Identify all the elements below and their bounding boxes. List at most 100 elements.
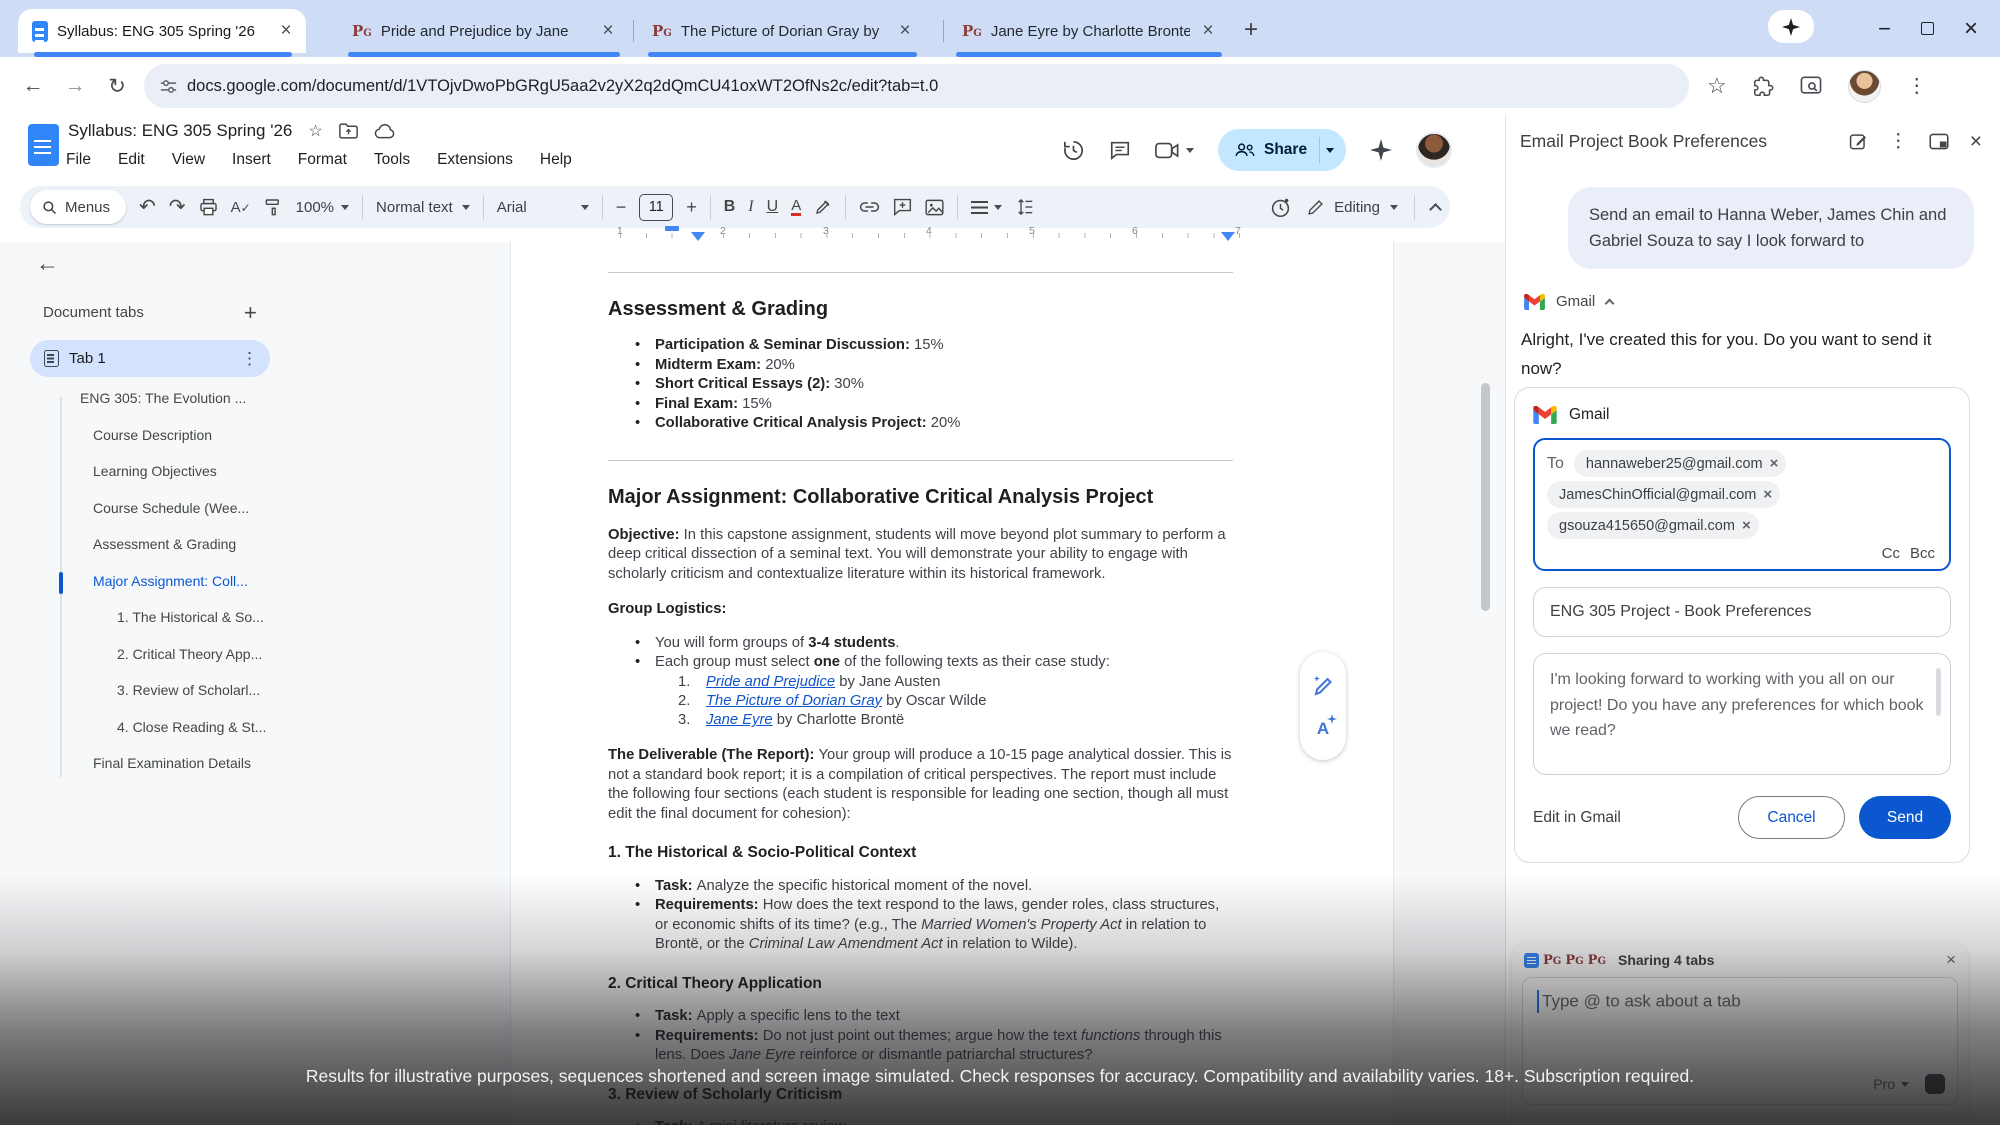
spell-check-icon[interactable]: A✓ <box>231 199 251 216</box>
recipient-chip[interactable]: hannaweber25@gmail.com × <box>1574 450 1787 477</box>
doc-heading[interactable]: Assessment & Grading <box>608 296 1233 322</box>
remove-recipient-icon[interactable]: × <box>1770 455 1779 472</box>
outline-item[interactable]: ENG 305: The Evolution ... <box>18 380 318 417</box>
decrease-font-icon[interactable]: − <box>616 198 627 216</box>
font-select[interactable]: Arial <box>497 199 589 216</box>
gemini-sparkle-icon[interactable] <box>1370 139 1392 161</box>
document-tab-item[interactable]: Tab 1 ⋮ <box>30 340 270 377</box>
menu-help[interactable]: Help <box>540 151 572 169</box>
doc-list-item[interactable]: Requirements: How does the text respond … <box>634 896 1233 955</box>
new-chat-icon[interactable] <box>1849 132 1868 151</box>
doc-paragraph[interactable]: The Deliverable (The Report): Your group… <box>608 746 1233 824</box>
outline-item[interactable]: Course Schedule (Wee... <box>18 490 318 527</box>
add-comment-icon[interactable] <box>893 198 912 216</box>
browser-tab-dorian-gray[interactable]: PG The Picture of Dorian Gray by × <box>638 9 925 53</box>
star-document-icon[interactable]: ☆ <box>308 121 322 141</box>
doc-list-item[interactable]: Task: A mini literature review <box>634 1118 1233 1125</box>
window-close-button[interactable]: × <box>1964 19 1978 39</box>
maximize-button[interactable] <box>1921 22 1934 35</box>
body-scrollbar[interactable] <box>1936 668 1941 716</box>
menu-edit[interactable]: Edit <box>118 151 145 169</box>
back-button[interactable]: ← <box>12 74 54 98</box>
menu-tools[interactable]: Tools <box>374 151 410 169</box>
doc-heading[interactable]: 1. The Historical & Socio-Political Cont… <box>608 843 1233 863</box>
menu-format[interactable]: Format <box>298 151 347 169</box>
google-docs-logo[interactable] <box>28 124 59 166</box>
menu-file[interactable]: File <box>66 151 91 169</box>
doc-list-item[interactable]: Jane Eyre by Charlotte Brontë <box>678 711 1233 730</box>
document-scrollbar[interactable] <box>1481 383 1490 611</box>
doc-list-item[interactable]: Task: Apply a specific lens to the text <box>634 1007 1233 1027</box>
remove-recipient-icon[interactable]: × <box>1763 486 1772 503</box>
cc-button[interactable]: Cc <box>1882 545 1900 562</box>
share-button[interactable]: Share <box>1218 129 1346 171</box>
to-field[interactable]: To hannaweber25@gmail.com × JamesChinOff… <box>1533 438 1951 571</box>
outline-item[interactable]: 2. Critical Theory App... <box>18 636 318 673</box>
recipient-chip[interactable]: gsouza415650@gmail.com × <box>1547 512 1759 539</box>
doc-list-item[interactable]: The Picture of Dorian Gray by Oscar Wild… <box>678 692 1233 711</box>
recipient-chip[interactable]: JamesChinOfficial@gmail.com × <box>1547 481 1780 508</box>
doc-heading[interactable]: 3. Review of Scholarly Criticism <box>608 1085 1233 1105</box>
open-in-window-icon[interactable] <box>1929 133 1949 150</box>
paint-format-icon[interactable] <box>264 198 283 217</box>
browser-tab-jane-eyre[interactable]: PG Jane Eyre by Charlotte Bronte × <box>948 9 1228 53</box>
tab-close-icon[interactable]: × <box>598 22 618 40</box>
insert-image-icon[interactable] <box>925 199 944 216</box>
tab-options-icon[interactable]: ⋮ <box>241 350 258 367</box>
insert-link-icon[interactable] <box>859 201 880 213</box>
text-color-icon[interactable]: A <box>791 198 801 216</box>
panel-options-icon[interactable]: ⋮ <box>1889 132 1908 151</box>
close-sharing-icon[interactable]: × <box>1946 950 1956 970</box>
profile-avatar[interactable] <box>1848 70 1881 103</box>
subject-field[interactable]: ENG 305 Project - Book Preferences <box>1533 587 1951 637</box>
outline-item[interactable]: Course Description <box>18 417 318 454</box>
menus-search-button[interactable]: Menus <box>30 190 126 224</box>
editing-mode-select[interactable]: Editing <box>1307 199 1398 216</box>
outline-item[interactable]: 4. Close Reading & St... <box>18 709 318 746</box>
doc-list-item[interactable]: Pride and Prejudice by Jane Austen <box>678 673 1233 692</box>
doc-heading[interactable]: Major Assignment: Collaborative Critical… <box>608 484 1233 510</box>
side-panel-icon[interactable] <box>1800 76 1822 96</box>
highlight-icon[interactable] <box>814 198 832 216</box>
doc-list-item[interactable]: Collaborative Critical Analysis Project:… <box>634 414 1233 434</box>
add-document-tab-icon[interactable]: + <box>244 300 257 326</box>
font-size-input[interactable]: 11 <box>639 194 673 221</box>
help-me-write-icon[interactable] <box>1311 673 1335 697</box>
proofread-icon[interactable]: A <box>1317 719 1329 739</box>
account-avatar[interactable] <box>1416 132 1452 168</box>
increase-font-icon[interactable]: + <box>686 198 697 216</box>
tool-context-row[interactable]: Gmail <box>1524 293 1613 310</box>
document-page[interactable]: Assessment & Grading Participation & Sem… <box>510 242 1394 1125</box>
collapse-tool-icon[interactable] <box>1605 299 1615 309</box>
outline-item[interactable]: 1. The Historical & So... <box>18 599 318 636</box>
cloud-status-icon[interactable] <box>374 124 395 139</box>
doc-list-item[interactable]: Requirements: Do not just point out them… <box>634 1027 1233 1066</box>
tab-close-icon[interactable]: × <box>276 22 296 40</box>
doc-list-item[interactable]: You will form groups of 3-4 students. <box>634 634 1233 654</box>
browser-menu-icon[interactable]: ⋮ <box>1907 76 1927 96</box>
browser-tab-pride-prejudice[interactable]: PG Pride and Prejudice by Jane × <box>338 9 628 53</box>
line-spacing-icon[interactable] <box>1015 199 1033 215</box>
new-tab-button[interactable]: + <box>1236 16 1266 44</box>
close-panel-icon[interactable]: × <box>1970 131 1982 152</box>
doc-list-item[interactable]: Midterm Exam: 20% <box>634 356 1233 376</box>
zoom-select[interactable]: 100% <box>296 199 349 216</box>
document-title[interactable]: Syllabus: ENG 305 Spring '26 <box>68 121 292 141</box>
reload-button[interactable]: ↻ <box>96 74 138 99</box>
version-history-icon[interactable] <box>1062 139 1085 162</box>
doc-paragraph[interactable]: Objective: In this capstone assignment, … <box>608 526 1233 585</box>
move-folder-icon[interactable] <box>339 123 358 139</box>
menu-view[interactable]: View <box>172 151 205 169</box>
outline-item[interactable]: Final Examination Details <box>18 745 318 782</box>
menu-insert[interactable]: Insert <box>232 151 271 169</box>
underline-icon[interactable]: U <box>767 198 779 216</box>
address-bar[interactable]: docs.google.com/document/d/1VTOjvDwoPbGR… <box>144 64 1689 108</box>
outline-item[interactable]: 3. Review of Scholarl... <box>18 672 318 709</box>
outline-item-active[interactable]: Major Assignment: Coll... <box>18 563 318 600</box>
doc-heading[interactable]: 2. Critical Theory Application <box>608 974 1233 994</box>
remove-recipient-icon[interactable]: × <box>1742 517 1751 534</box>
italic-icon[interactable]: I <box>748 198 753 216</box>
print-icon[interactable] <box>199 198 218 217</box>
doc-list-item[interactable]: Short Critical Essays (2): 30% <box>634 375 1233 395</box>
collapse-toolbar-icon[interactable] <box>1429 203 1442 216</box>
